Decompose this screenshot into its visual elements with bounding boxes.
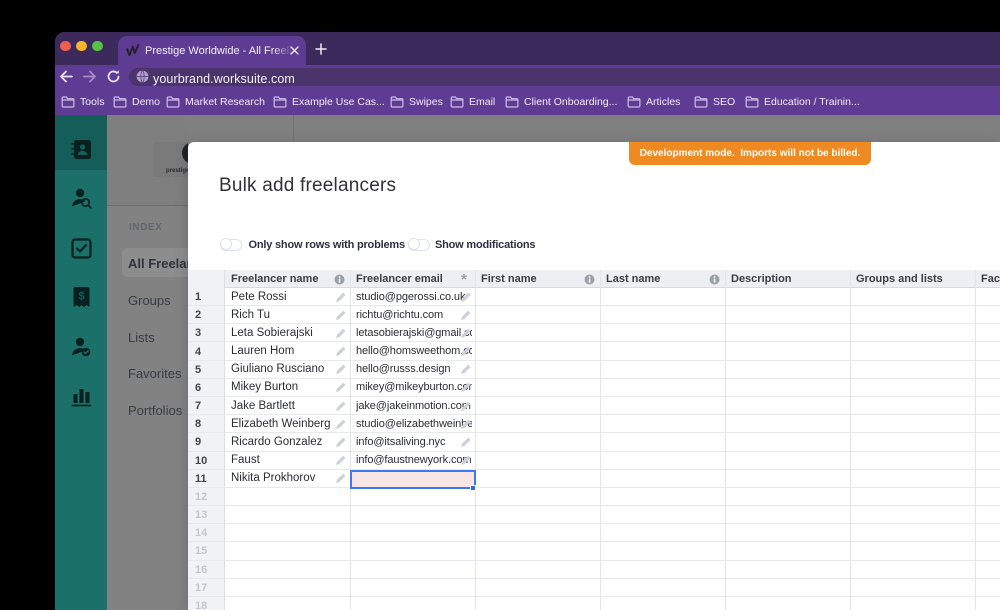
- svg-text:$: $: [78, 291, 84, 303]
